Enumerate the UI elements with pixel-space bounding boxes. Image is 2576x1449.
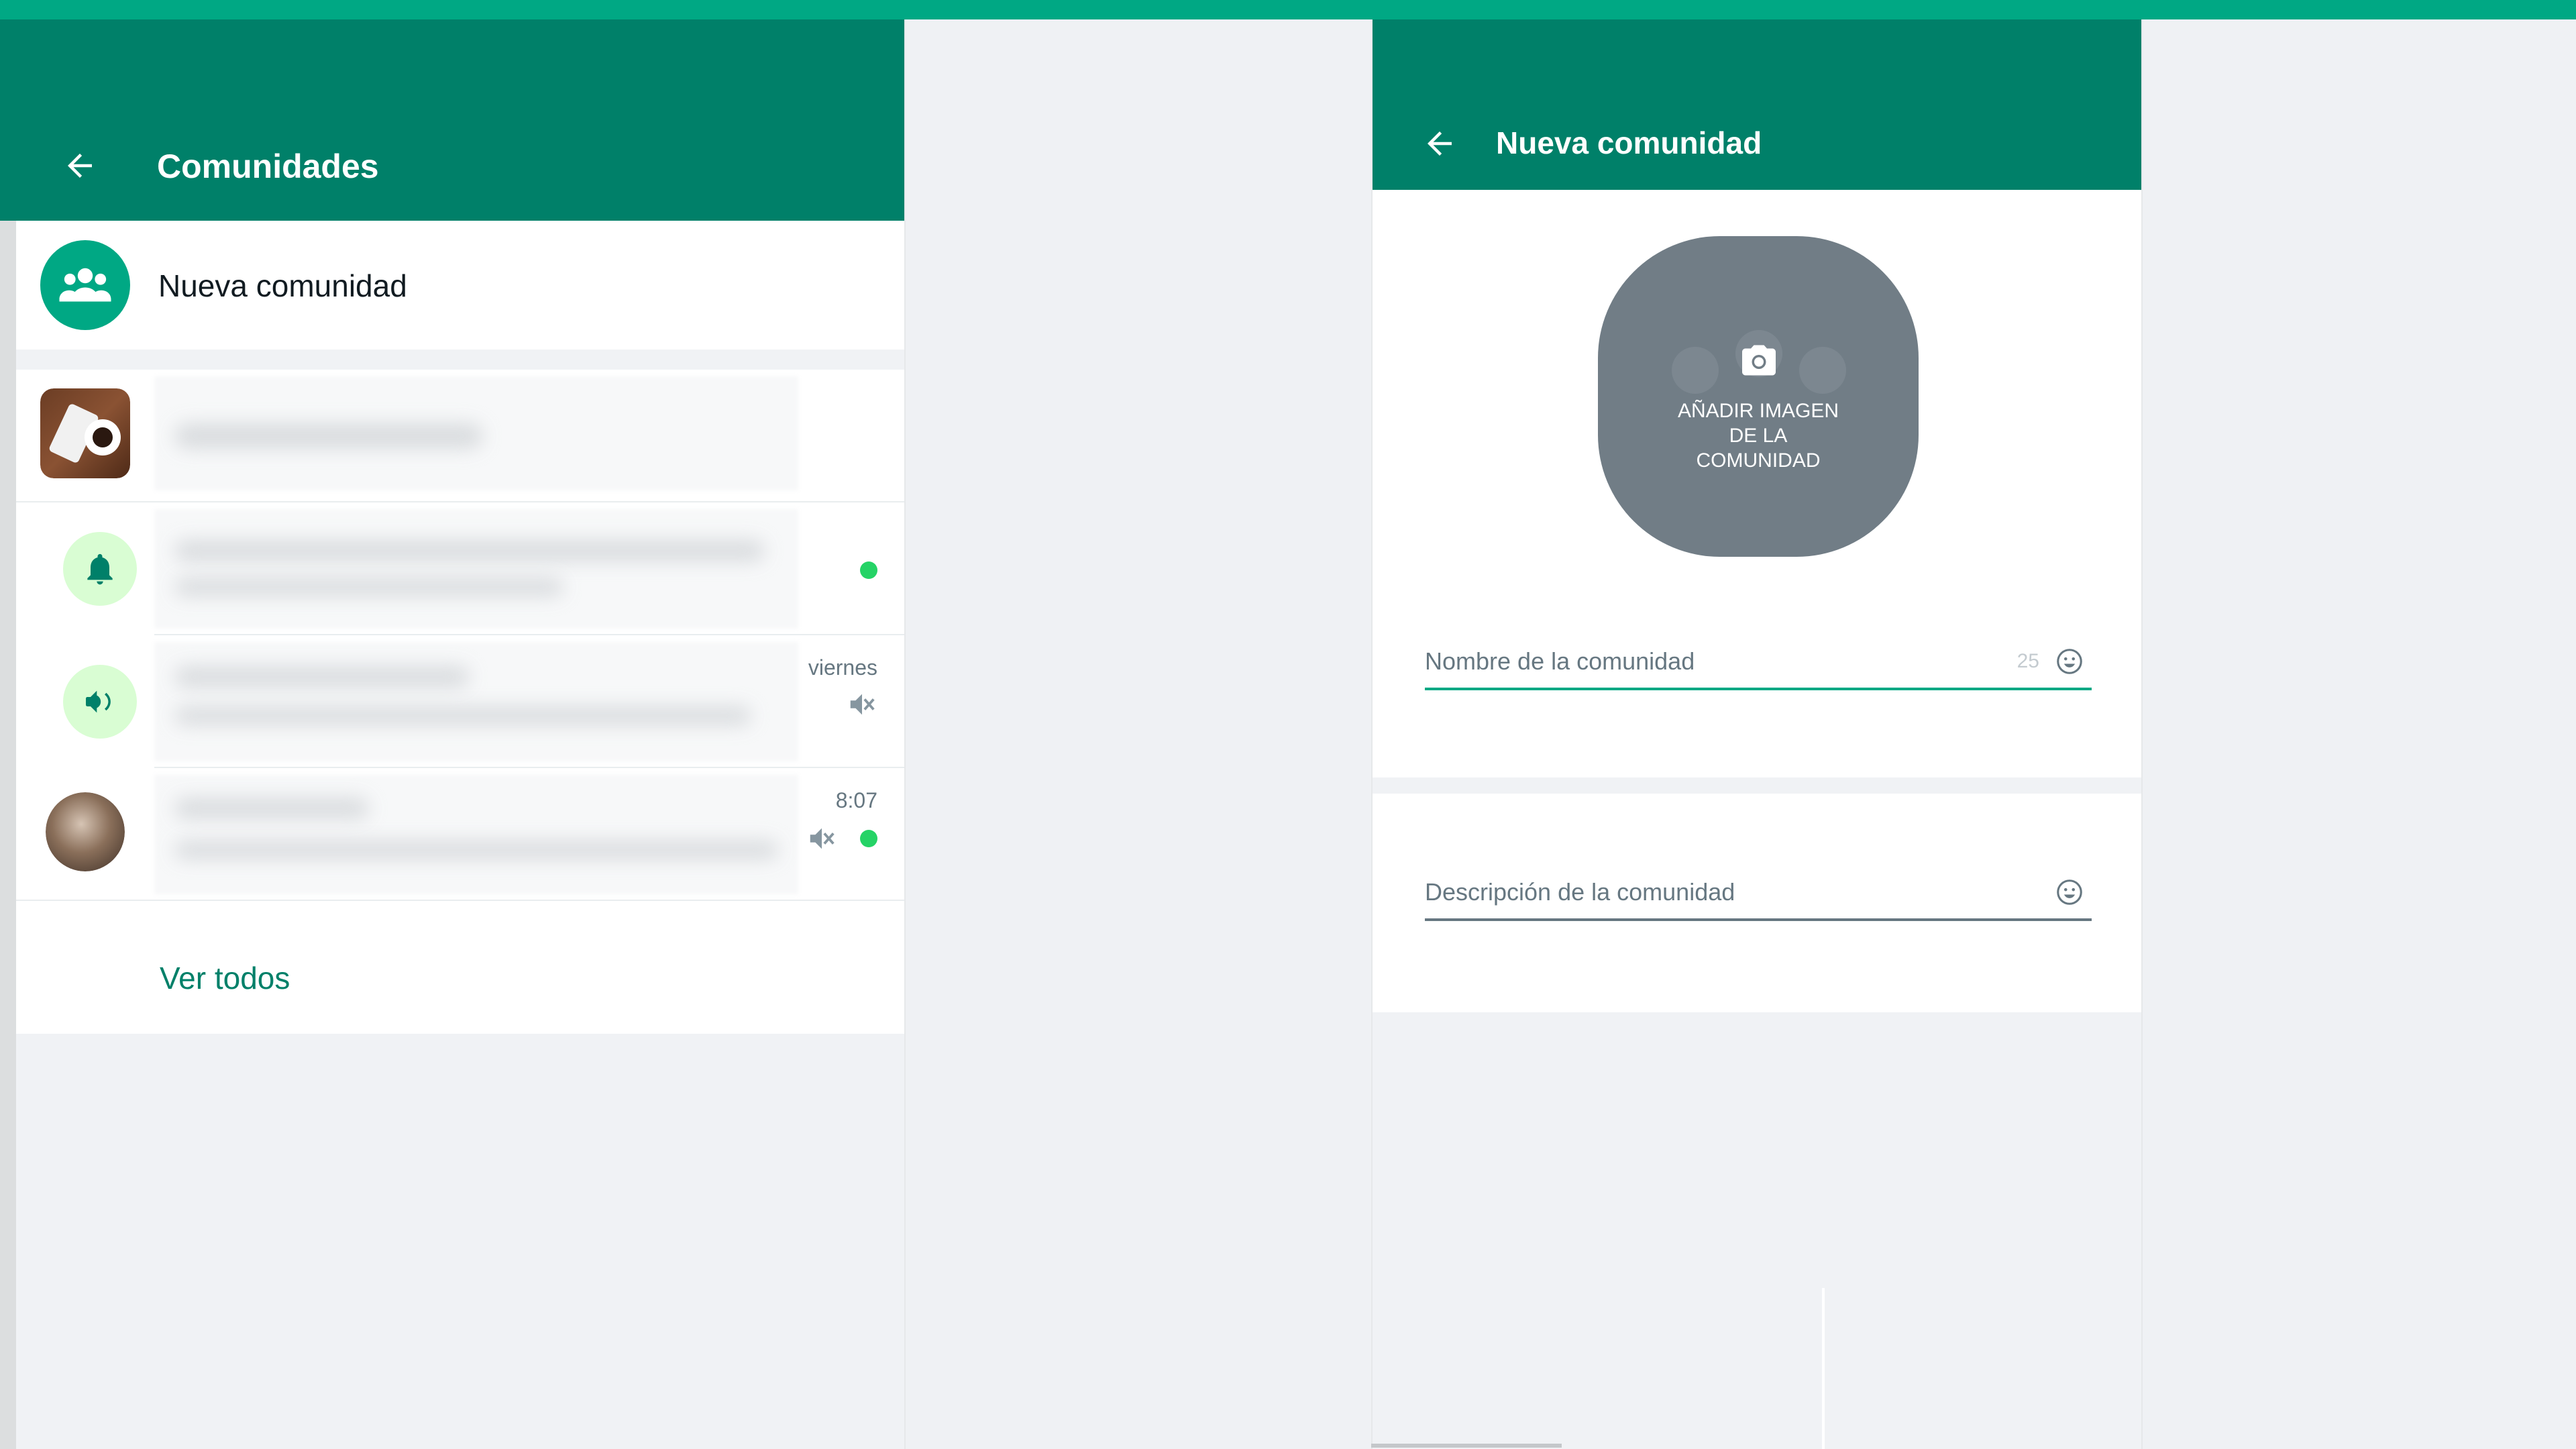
unread-dot	[860, 561, 877, 579]
back-button[interactable]	[1409, 113, 1470, 174]
blurred-content	[154, 775, 798, 894]
blurred-content	[154, 642, 798, 761]
placeholder-silhouette	[1799, 347, 1846, 394]
timestamp: viernes	[808, 655, 877, 680]
emoji-icon[interactable]	[2054, 877, 2085, 908]
community-name-placeholder: Nombre de la comunidad	[1425, 647, 1695, 675]
community-name-field[interactable]: Nombre de la comunidad 25	[1425, 630, 2092, 690]
megaphone-icon	[86, 690, 111, 713]
community-avatar	[40, 240, 130, 330]
announcements-avatar	[63, 532, 137, 606]
communities-header: Comunidades	[16, 19, 904, 221]
scroll-indicator	[1371, 1444, 1562, 1448]
window-edge-header	[0, 19, 16, 221]
community-avatar-photo	[40, 388, 130, 478]
community-row[interactable]	[16, 370, 904, 502]
community-info-card: AÑADIR IMAGEN DE LA COMUNIDAD Nombre de …	[1373, 190, 2141, 777]
blurred-content	[154, 509, 798, 629]
blurred-line	[174, 666, 470, 688]
community-description-field[interactable]: Descripción de la comunidad	[1425, 861, 2092, 921]
muted-speaker-icon	[850, 694, 875, 715]
new-community-label: Nueva comunidad	[158, 268, 407, 303]
blurred-line	[174, 706, 751, 725]
divider	[16, 900, 904, 901]
add-image-label: AÑADIR IMAGEN DE LA COMUNIDAD	[1677, 400, 1839, 472]
muted-speaker-icon	[810, 828, 835, 849]
new-community-header: Nueva comunidad	[1373, 19, 2141, 190]
emoji-icon[interactable]	[2054, 646, 2085, 677]
char-counter: 25	[2017, 650, 2039, 672]
community-group-icon	[59, 268, 111, 302]
blurred-line	[174, 798, 369, 819]
divider	[1822, 1288, 1825, 1449]
megaphone-avatar	[63, 665, 137, 739]
add-community-image-button[interactable]: AÑADIR IMAGEN DE LA COMUNIDAD	[1598, 236, 1919, 557]
top-accent-bar	[0, 0, 2576, 19]
placeholder-silhouette	[1672, 347, 1719, 394]
back-arrow-icon	[68, 154, 92, 178]
unread-dot	[860, 830, 877, 847]
back-button[interactable]	[50, 136, 110, 196]
list-item[interactable]: viernes	[16, 635, 904, 768]
blurred-line	[174, 540, 765, 561]
new-community-panel: Nueva comunidad AÑADIR IMAGEN DE LA COMU…	[1371, 19, 2143, 1449]
page-title: Nueva comunidad	[1496, 125, 1762, 160]
page-title: Comunidades	[157, 148, 379, 185]
community-card: viernes 8:07 Ver todos	[16, 370, 904, 1034]
blurred-line	[174, 578, 564, 596]
blurred-line	[174, 841, 778, 859]
new-community-button[interactable]: Nueva comunidad	[16, 221, 904, 350]
bell-icon	[87, 553, 113, 585]
communities-panel: Comunidades Nueva comunidad viernes 8:07…	[16, 19, 906, 1449]
community-description-placeholder: Descripción de la comunidad	[1425, 878, 1735, 906]
community-description-card: Descripción de la comunidad	[1373, 794, 2141, 1012]
timestamp: 8:07	[835, 788, 877, 812]
contact-avatar	[46, 792, 125, 871]
back-arrow-icon	[1428, 131, 1452, 156]
window-edge	[0, 19, 16, 1449]
camera-icon	[1742, 345, 1776, 376]
list-item[interactable]	[16, 502, 904, 635]
see-all-link[interactable]: Ver todos	[160, 960, 290, 996]
list-item[interactable]: 8:07	[16, 768, 904, 901]
blurred-name	[174, 423, 483, 449]
